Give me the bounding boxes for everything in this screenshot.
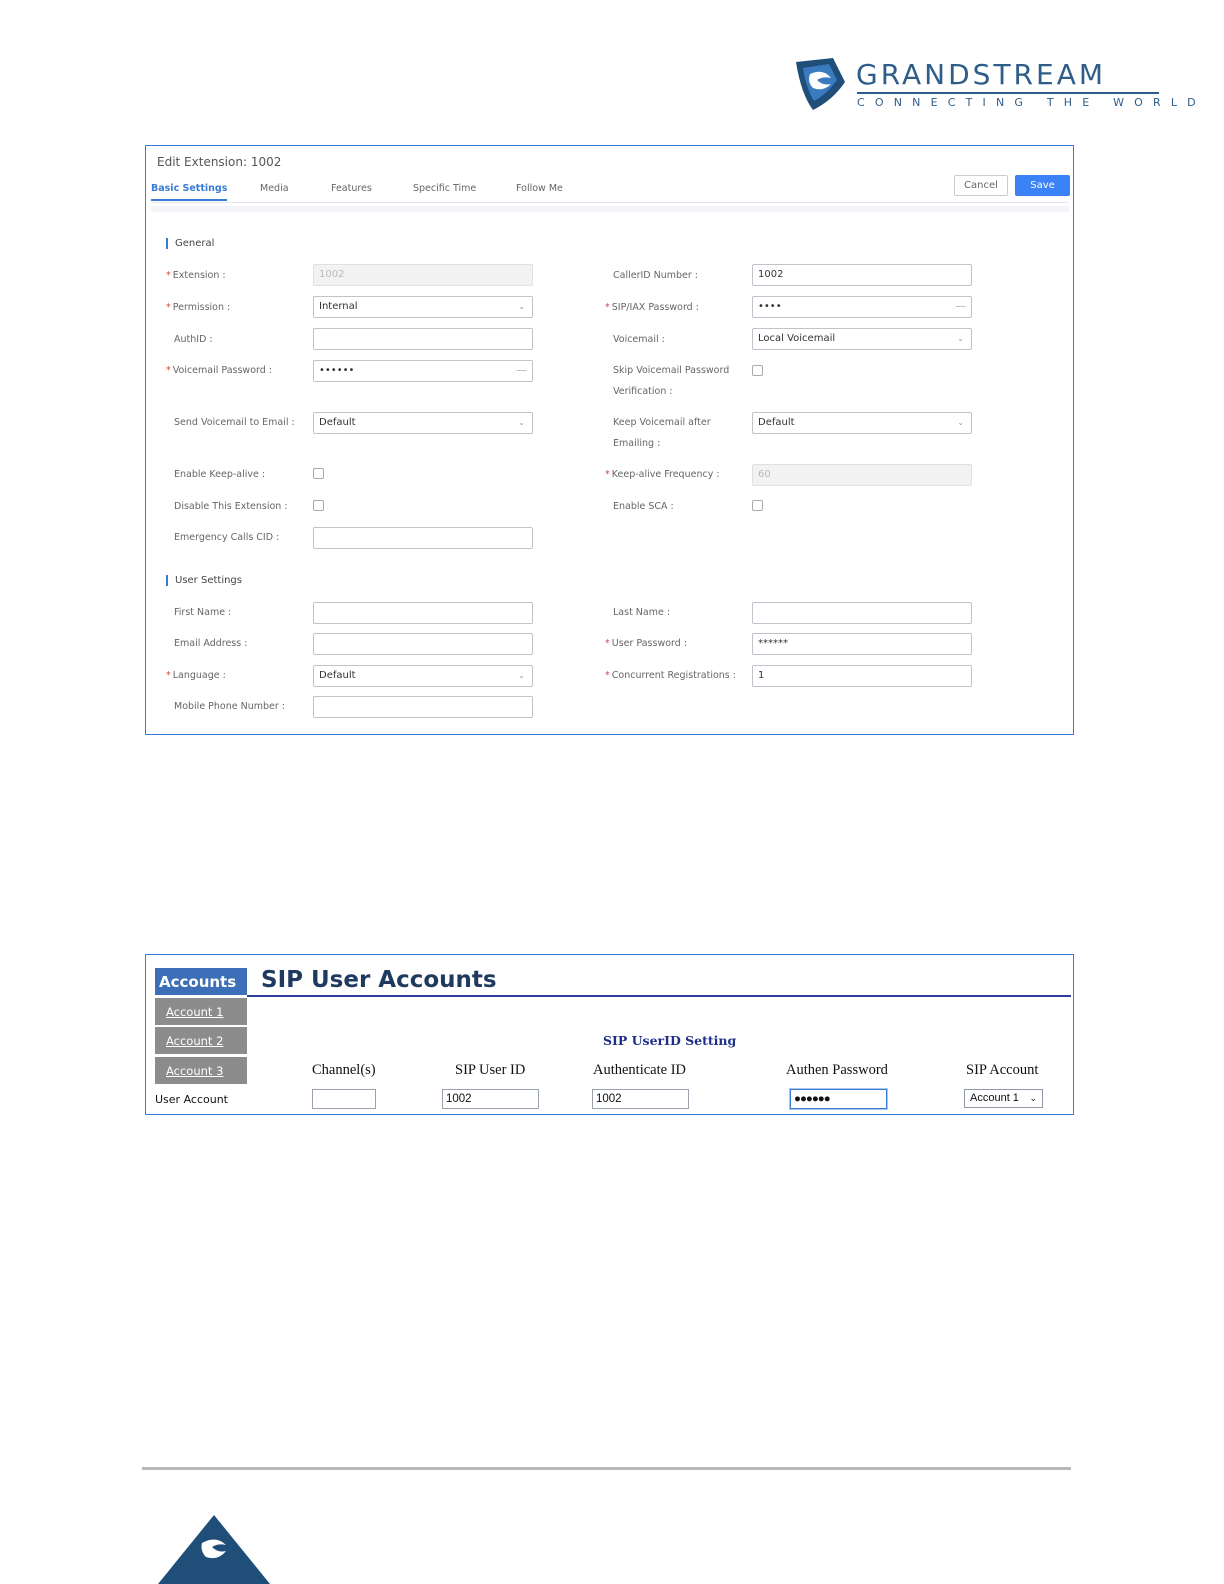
chevron-down-icon: ⌄ [518,302,525,311]
disable-extension-label: Disable This Extension : [174,501,288,512]
sip-account-select[interactable]: Account 1 ⌄ [964,1089,1043,1108]
sidebar-item-account-3[interactable]: Account 3 [155,1057,247,1084]
logo-name: GRANDSTREAM [856,58,1107,91]
column-header-sip-account: SIP Account [966,1062,1039,1078]
enable-sca-checkbox[interactable] [752,500,763,511]
callerid-number-label: CallerID Number : [613,270,699,281]
email-address-label: Email Address : [174,638,248,649]
tab-features[interactable]: Features [331,183,372,199]
chevron-down-icon: ⌄ [518,671,525,680]
send-voicemail-email-label: Send Voicemail to Email : [174,417,295,428]
footer-divider [142,1467,1071,1470]
send-voicemail-email-select[interactable]: Default ⌄ [313,412,533,434]
disable-extension-checkbox[interactable] [313,500,324,511]
authid-label: AuthID : [174,334,213,345]
section-title-user-settings: User Settings [166,575,242,586]
sidebar-item-account-1[interactable]: Account 1 [155,998,247,1025]
authid-input[interactable] [313,328,533,350]
column-header-sip-user-id: SIP User ID [455,1062,526,1078]
skip-voicemail-password-checkbox[interactable] [752,365,763,376]
extension-label: * Extension : [166,270,226,281]
tab-divider [151,202,1069,203]
authenticate-id-input[interactable]: 1002 [592,1089,689,1109]
tab-media[interactable]: Media [260,183,289,199]
form-body: General * Extension : 1002 CallerID Numbe… [151,206,1069,730]
extension-input[interactable]: 1002 [313,264,533,286]
section-title-general: General [166,238,214,249]
mobile-phone-input[interactable] [313,696,533,718]
user-account-label: User Account [155,1093,228,1106]
emergency-cid-input[interactable] [313,527,533,549]
keepalive-frequency-label: * Keep-alive Frequency : [605,469,720,480]
chevron-down-icon: ⌄ [957,418,964,427]
emergency-cid-label: Emergency Calls CID : [174,532,280,543]
enable-keepalive-checkbox[interactable] [313,468,324,479]
keep-voicemail-select[interactable]: Default ⌄ [752,412,972,434]
keepalive-frequency-input[interactable]: 60 [752,464,972,486]
permission-select[interactable]: Internal ⌄ [313,296,533,318]
enable-sca-label: Enable SCA : [613,501,674,512]
eye-closed-icon[interactable]: ⌣⌣ [516,361,527,381]
voicemail-password-label: * Voicemail Password : [166,365,272,376]
page-title: Edit Extension: 1002 [157,155,282,169]
language-select[interactable]: Default ⌄ [313,665,533,687]
title-underline [247,995,1071,997]
user-password-input[interactable]: ****** [752,633,972,655]
enable-keepalive-label: Enable Keep-alive : [174,469,266,480]
eye-closed-icon[interactable]: ⌣⌣ [955,297,966,317]
sip-accounts-title: SIP User Accounts [261,967,497,993]
permission-label: * Permission : [166,302,231,313]
logo-tagline: CONNECTING THE WORLD [857,96,1206,109]
column-header-authen-password: Authen Password [786,1062,888,1078]
skip-voicemail-password-label: Skip Voicemail Password Verification : [613,365,730,397]
concurrent-registrations-label: * Concurrent Registrations : [605,670,736,681]
callerid-number-input[interactable]: 1002 [752,264,972,286]
footer-logo-icon [158,1515,270,1584]
first-name-label: First Name : [174,607,232,618]
sidebar-header-accounts[interactable]: Accounts [155,968,247,995]
sip-accounts-panel: Accounts Account 1 Account 2 Account 3 S… [145,954,1074,1115]
sidebar-item-account-2[interactable]: Account 2 [155,1027,247,1054]
user-password-label: * User Password : [605,638,688,649]
voicemail-select[interactable]: Local Voicemail ⌄ [752,328,972,350]
sip-user-id-input[interactable]: 1002 [442,1089,539,1109]
sip-userid-setting-heading: SIP UserID Setting [603,1033,737,1048]
channels-input[interactable] [312,1089,376,1109]
authen-password-input[interactable]: ●●●●●● [790,1089,887,1109]
voicemail-password-input[interactable]: •••••• ⌣⌣ [313,360,533,382]
grandstream-logo: GRANDSTREAM CONNECTING THE WORLD [793,56,1196,116]
save-button[interactable]: Save [1015,175,1070,196]
email-address-input[interactable] [313,633,533,655]
chevron-down-icon: ⌄ [1029,1093,1037,1103]
sip-iax-password-input[interactable]: •••• ⌣⌣ [752,296,972,318]
mobile-phone-label: Mobile Phone Number : [174,701,286,712]
tab-basic-settings[interactable]: Basic Settings [151,183,228,201]
keep-voicemail-label: Keep Voicemail after Emailing : [613,417,711,449]
last-name-label: Last Name : [613,607,671,618]
voicemail-label: Voicemail : [613,334,665,345]
chevron-down-icon: ⌄ [518,418,525,427]
language-label: * Language : [166,670,226,681]
tab-follow-me[interactable]: Follow Me [516,183,563,199]
tab-specific-time[interactable]: Specific Time [413,183,476,199]
last-name-input[interactable] [752,602,972,624]
chevron-down-icon: ⌄ [957,334,964,343]
logo-divider [857,92,1159,94]
column-header-authenticate-id: Authenticate ID [593,1062,687,1078]
grandstream-logo-icon [796,58,845,110]
sip-iax-password-label: * SIP/IAX Password : [605,302,699,313]
edit-extension-panel: Edit Extension: 1002 Basic Settings Medi… [145,145,1074,735]
cancel-button[interactable]: Cancel [954,175,1008,196]
first-name-input[interactable] [313,602,533,624]
column-header-channels: Channel(s) [312,1062,376,1078]
concurrent-registrations-input[interactable]: 1 [752,665,972,687]
